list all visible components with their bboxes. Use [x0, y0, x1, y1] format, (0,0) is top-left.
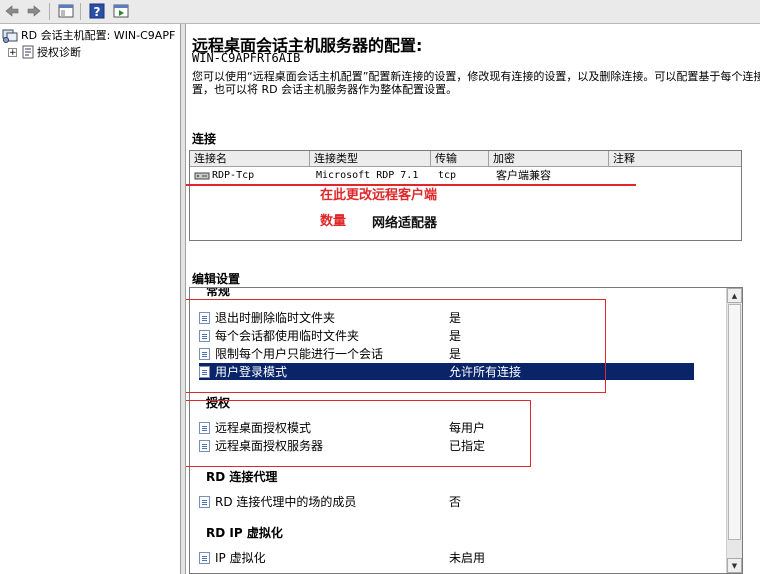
- column-header-transport[interactable]: 传输: [431, 151, 489, 166]
- network-connection-icon: [194, 172, 210, 180]
- licensing-diagnosis-icon: [22, 45, 34, 59]
- setting-value: 否: [449, 495, 462, 509]
- forward-arrow-icon[interactable]: [24, 2, 44, 20]
- toolbar-separator: [49, 3, 50, 20]
- server-name: WIN-C9APFRT6AIB: [192, 51, 301, 65]
- setting-label: RD 连接代理中的场的成员: [215, 495, 357, 509]
- cell-transport: tcp: [438, 170, 457, 181]
- toolbar: ?: [0, 0, 760, 24]
- page-description: 您可以使用“远程桌面会话主机配置”配置新连接的设置，修改现有连接的设置，以及删除…: [192, 70, 760, 96]
- main-pane: 远程桌面会话主机服务器的配置: WIN-C9APFRT6AIB 您可以使用“远程…: [186, 24, 760, 574]
- action-pane-icon[interactable]: [111, 2, 131, 20]
- annotation-box-general: [186, 299, 606, 393]
- group-heading-general: 常规: [206, 287, 231, 298]
- tree-item-licensing-diagnosis[interactable]: + 授权诊断: [8, 44, 81, 60]
- annotation-count: 数量: [320, 214, 347, 229]
- edit-settings-heading: 编辑设置: [192, 272, 241, 286]
- help-icon[interactable]: ?: [87, 2, 107, 20]
- group-heading-rd-broker: RD 连接代理: [206, 470, 278, 484]
- svg-text:?: ?: [94, 5, 101, 19]
- scroll-down-icon[interactable]: ▼: [727, 558, 742, 573]
- column-header-comment[interactable]: 注释: [609, 151, 741, 166]
- toolbar-separator: [80, 3, 81, 20]
- annotation-change-clients: 在此更改远程客户端: [320, 188, 438, 203]
- column-header-name[interactable]: 连接名: [190, 151, 310, 166]
- setting-icon: [199, 551, 210, 564]
- rd-session-host-icon: [2, 29, 18, 43]
- connections-heading: 连接: [192, 132, 217, 146]
- annotation-network-adapter: 网络适配器: [372, 216, 438, 231]
- table-row[interactable]: RDP-Tcp Microsoft RDP 7.1 tcp 客户端兼容: [190, 168, 741, 184]
- scroll-up-icon[interactable]: ▲: [727, 288, 742, 303]
- tree-expander[interactable]: +: [8, 47, 17, 57]
- group-heading-ip-virtualization: RD IP 虚拟化: [206, 526, 283, 540]
- list-item[interactable]: RD 连接代理中的场的成员 否: [199, 493, 694, 510]
- list-item[interactable]: IP 虚拟化 未启用: [199, 549, 694, 566]
- connections-grid: 连接名 连接类型 传输 加密 注释 RDP-Tcp Microsoft RDP …: [189, 150, 742, 241]
- setting-value: 未启用: [449, 551, 486, 565]
- column-header-encryption[interactable]: 加密: [489, 151, 609, 166]
- tree-item-label: RD 会话主机配置: WIN-C9APF: [21, 29, 176, 42]
- grid-header: 连接名 连接类型 传输 加密 注释: [190, 151, 741, 167]
- annotation-box-licensing: [186, 400, 531, 467]
- back-arrow-icon[interactable]: [2, 2, 22, 20]
- show-hide-tree-icon[interactable]: [56, 2, 76, 20]
- cell-connection-type: Microsoft RDP 7.1: [316, 170, 419, 181]
- setting-label: IP 虚拟化: [215, 551, 266, 565]
- console-tree: RD 会话主机配置: WIN-C9APF + 授权诊断: [0, 24, 181, 574]
- tree-item-label: 授权诊断: [37, 46, 81, 59]
- scroll-thumb[interactable]: [728, 304, 741, 540]
- column-header-type[interactable]: 连接类型: [310, 151, 431, 166]
- cell-connection-name: RDP-Tcp: [212, 170, 255, 181]
- setting-icon: [199, 495, 210, 508]
- tree-item-rd-session-host[interactable]: RD 会话主机配置: WIN-C9APF: [2, 27, 175, 43]
- cell-encryption: 客户端兼容: [496, 169, 551, 182]
- vertical-scrollbar[interactable]: ▲ ▼: [726, 288, 742, 573]
